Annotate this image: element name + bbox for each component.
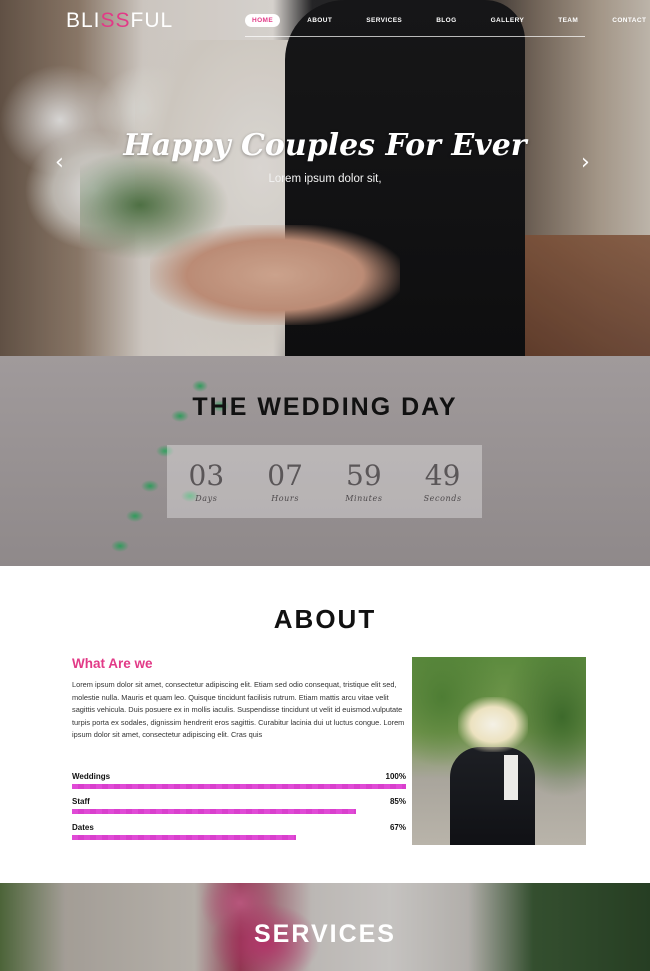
about-heading: What Are we [72, 656, 153, 671]
site-logo[interactable]: BLISSFUL [66, 9, 173, 33]
logo-text-end: FUL [130, 9, 174, 32]
countdown-label: Minutes [345, 493, 383, 503]
nav-item-gallery[interactable]: GALLERY [484, 14, 532, 27]
photo-groom-suit [450, 747, 535, 845]
skill-label: Staff [72, 797, 90, 806]
skill-percent: 100% [385, 772, 406, 781]
about-paragraph: Lorem ipsum dolor sit amet, consectetur … [72, 680, 405, 740]
skill-dates: Dates 67% [72, 823, 406, 840]
progress-fill [72, 809, 356, 814]
progress-fill [72, 835, 296, 840]
countdown-value: 03 [188, 458, 225, 492]
nav-item-home[interactable]: HOME [245, 13, 281, 27]
skill-label: Weddings [72, 772, 111, 781]
countdown-days: 03 Days [171, 458, 241, 503]
progress-bar [72, 784, 406, 789]
nav-divider [245, 36, 585, 37]
about-photo [412, 657, 586, 845]
photo-bouquet [458, 697, 528, 752]
countdown-label: Seconds [423, 493, 462, 503]
nav-item-services[interactable]: SERVICES [359, 14, 409, 27]
countdown-hours: 07 Hours [250, 458, 320, 503]
progress-bar [72, 809, 406, 814]
about-title: ABOUT [273, 604, 377, 634]
nav-item-about[interactable]: ABOUT [300, 14, 339, 27]
countdown-timer: 03 Days 07 Hours 59 Minutes 49 Seconds [167, 445, 482, 518]
nav-item-blog[interactable]: BLOG [429, 14, 463, 27]
hero-title: Happy Couples For Ever [123, 128, 527, 163]
nav-item-contact[interactable]: CONTACT [605, 14, 650, 27]
countdown-label: Days [195, 493, 218, 503]
logo-text-start: BLI [66, 9, 101, 32]
progress-fill [72, 784, 406, 789]
skill-percent: 67% [389, 823, 406, 832]
logo-text-accent: SS [100, 9, 131, 32]
services-title: SERVICES [254, 920, 396, 948]
hero-subtitle: Lorem ipsum dolor sit, [268, 173, 382, 185]
main-nav: HOME ABOUT SERVICES BLOG GALLERY TEAM CO… [245, 13, 650, 27]
skill-staff: Staff 85% [72, 797, 406, 814]
skill-label: Dates [72, 823, 94, 832]
countdown-value: 49 [424, 458, 461, 492]
countdown-seconds: 49 Seconds [408, 458, 478, 503]
countdown-label: Hours [271, 493, 300, 503]
photo-groom-shirt [504, 755, 518, 800]
countdown-minutes: 59 Minutes [329, 458, 399, 503]
skill-percent: 85% [389, 797, 406, 806]
skill-weddings: Weddings 100% [72, 772, 406, 789]
countdown-value: 59 [346, 458, 382, 492]
nav-item-team[interactable]: TEAM [551, 14, 585, 27]
countdown-value: 07 [267, 458, 303, 492]
countdown-title: THE WEDDING DAY [192, 393, 458, 421]
progress-bar [72, 835, 406, 840]
